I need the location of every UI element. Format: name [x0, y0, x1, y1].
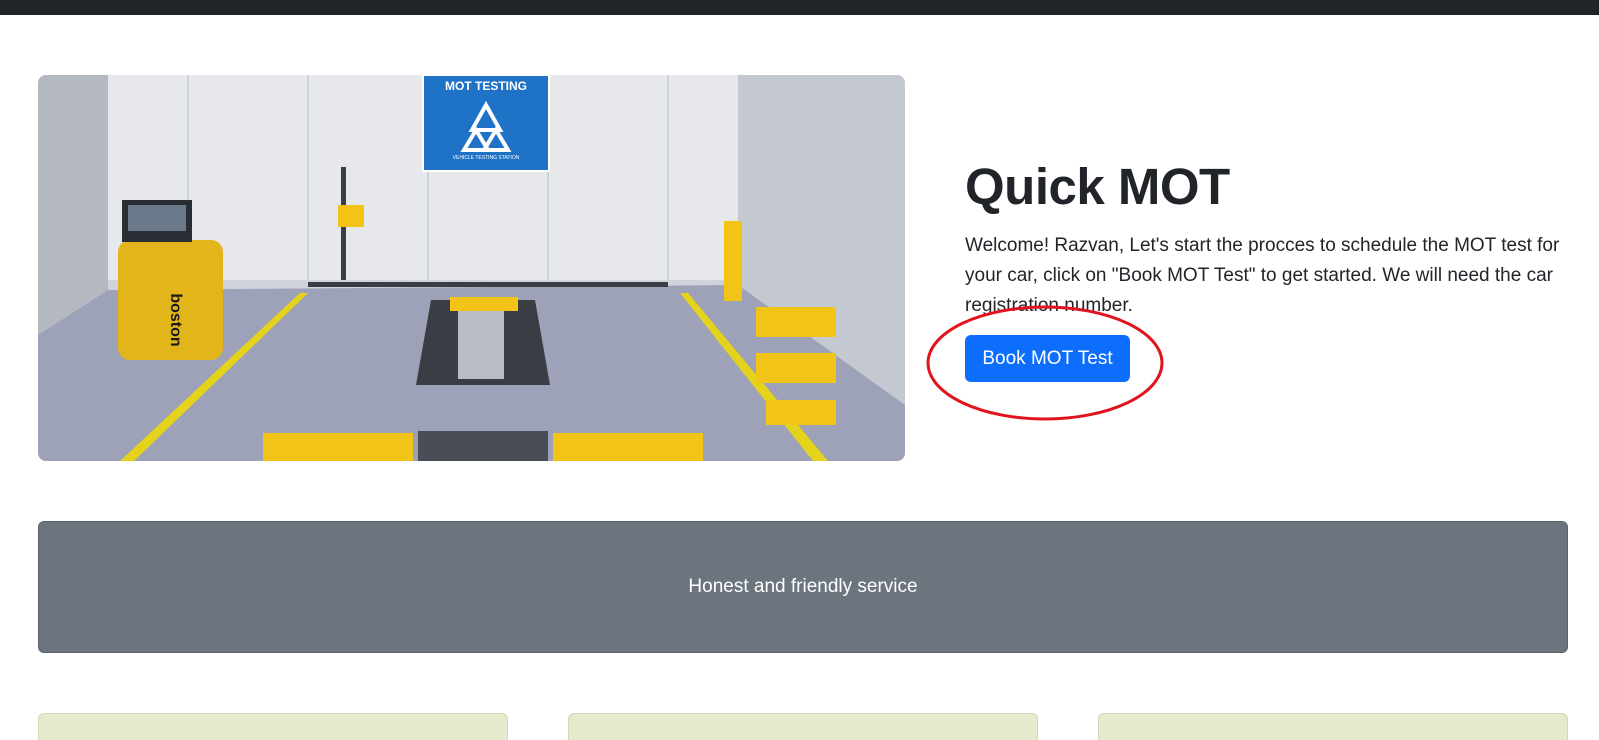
feature-card-1	[38, 713, 508, 740]
sign-subtitle: VEHICLE TESTING STATION	[453, 155, 520, 161]
top-navbar	[0, 0, 1599, 15]
brand-logo: boston	[167, 293, 184, 346]
welcome-message: Welcome! Razvan, Let's start the procces…	[965, 234, 1560, 316]
feature-card-3	[1098, 713, 1568, 740]
hero-text: Quick MOT Welcome! Razvan, Let's start t…	[965, 158, 1560, 321]
sign-title: MOT TESTING	[445, 79, 527, 93]
book-mot-test-button[interactable]: Book MOT Test	[965, 335, 1130, 382]
page-title: Quick MOT	[965, 158, 1230, 215]
service-banner: Honest and friendly service	[38, 521, 1568, 653]
feature-card-2	[568, 713, 1038, 740]
hero-image: MOT TESTING VEHICLE TESTING STATION bost…	[38, 75, 905, 461]
banner-text: Honest and friendly service	[688, 576, 918, 597]
